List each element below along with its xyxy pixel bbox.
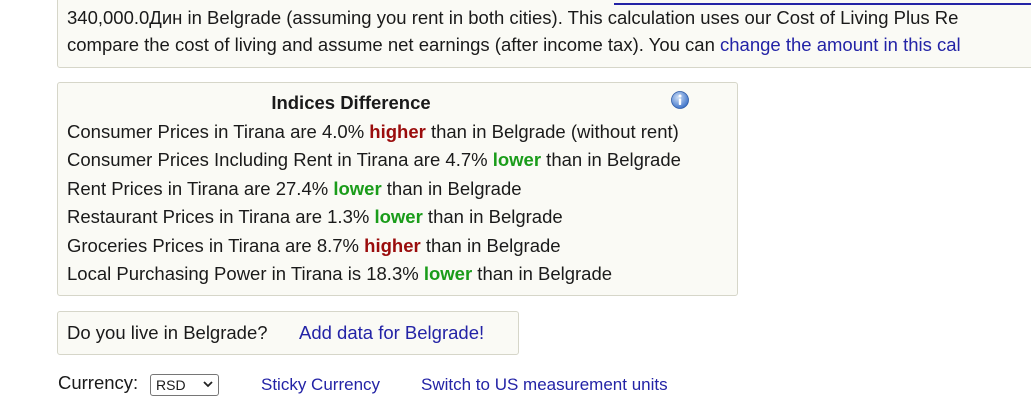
chevron-down-icon (203, 381, 213, 388)
index-row-restaurant-prices: Restaurant Prices in Tirana are 1.3% low… (67, 205, 563, 229)
live-question: Do you live in Belgrade? (67, 322, 268, 343)
index-row-consumer-prices-with-rent: Consumer Prices Including Rent in Tirana… (67, 148, 681, 172)
row-direction: lower (374, 206, 423, 227)
row-prefix: Restaurant Prices in Tirana are 1.3% (67, 206, 375, 227)
row-direction: higher (369, 121, 426, 142)
row-suffix: than in Belgrade (541, 149, 681, 170)
change-amount-link[interactable]: change the amount in this cal (720, 34, 961, 55)
index-row-purchasing-power: Local Purchasing Power in Tirana is 18.3… (67, 262, 612, 286)
row-suffix: than in Belgrade (without rent) (425, 121, 679, 142)
row-suffix: than in Belgrade (420, 235, 561, 256)
explanation-line-2: compare the cost of living and assume ne… (67, 34, 961, 56)
row-direction: lower (423, 263, 473, 284)
row-prefix: Consumer Prices Including Rent in Tirana… (67, 149, 493, 170)
index-row-rent-prices: Rent Prices in Tirana are 27.4% lower th… (67, 177, 522, 201)
currency-selected-value: RSD (156, 377, 186, 393)
row-prefix: Rent Prices in Tirana are 27.4% (67, 178, 334, 199)
index-row-groceries-prices: Groceries Prices in Tirana are 8.7% high… (67, 234, 561, 258)
row-prefix: Groceries Prices in Tirana are 8.7% (67, 235, 365, 256)
explanation-line-2-text: compare the cost of living and assume ne… (67, 34, 721, 55)
cut-off-link-underline[interactable] (614, 0, 1031, 5)
index-row-consumer-prices: Consumer Prices in Tirana are 4.0% highe… (67, 120, 679, 144)
row-direction: higher (364, 235, 421, 256)
row-prefix: Consumer Prices in Tirana are 4.0% (67, 121, 370, 142)
cost-explanation-box: 340,000.0Дин in Belgrade (assuming you r… (57, 0, 1031, 68)
row-prefix: Local Purchasing Power in Tirana is 18.3… (67, 263, 424, 284)
sticky-currency-link[interactable]: Sticky Currency (261, 375, 380, 395)
info-icon[interactable] (671, 91, 689, 109)
add-data-link[interactable]: Add data for Belgrade! (299, 322, 484, 344)
row-suffix: than in Belgrade (381, 178, 522, 199)
row-direction: lower (333, 178, 382, 199)
currency-label: Currency: (58, 372, 139, 393)
explanation-line-1: 340,000.0Дин in Belgrade (assuming you r… (67, 7, 959, 28)
row-suffix: than in Belgrade (422, 206, 563, 227)
switch-units-link[interactable]: Switch to US measurement units (421, 375, 668, 395)
live-in-city-box: Do you live in Belgrade? Add data for Be… (57, 311, 519, 355)
indices-title: Indices Difference (271, 92, 431, 113)
row-suffix: than in Belgrade (472, 263, 613, 284)
row-direction: lower (492, 149, 542, 170)
currency-select[interactable]: RSD (150, 374, 219, 396)
indices-difference-box: Indices Difference Consumer Prices in Ti… (57, 82, 738, 296)
